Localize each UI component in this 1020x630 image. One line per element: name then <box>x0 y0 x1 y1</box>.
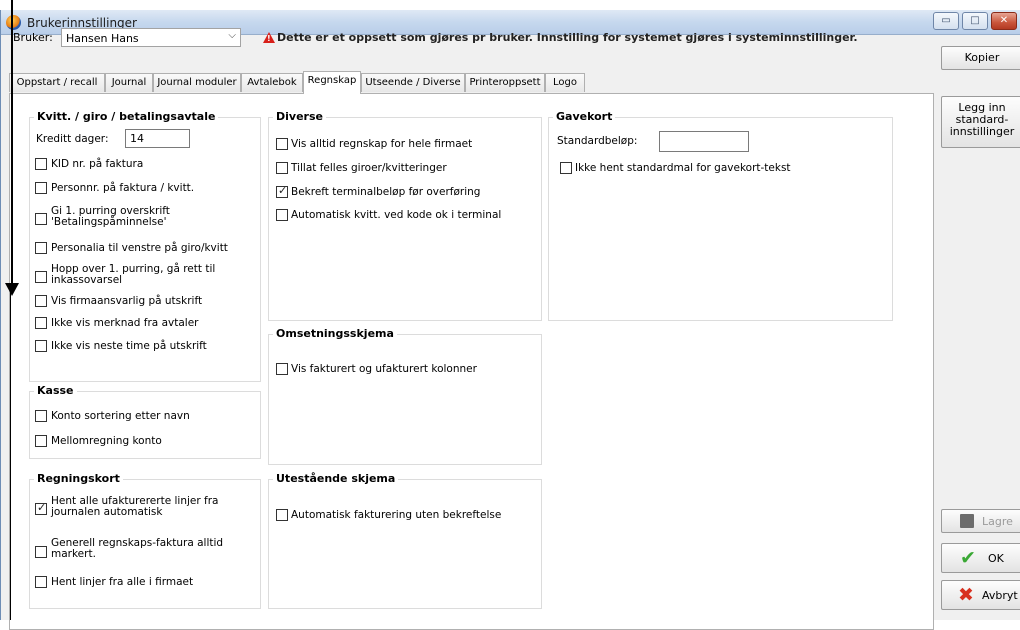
cancel-icon: ✖ <box>958 584 974 606</box>
generell-faktura-checkbox[interactable] <box>35 546 47 558</box>
settings-window: Brukerinnstillinger ▭ □ ✕ Bruker: Hansen… <box>0 10 1020 630</box>
cancel-label: Avbryt <box>982 589 1018 602</box>
user-label: Bruker: <box>13 31 53 44</box>
firmaansvarlig-checkbox[interactable] <box>35 295 47 307</box>
ok-button[interactable]: ✔ OK <box>941 543 1020 573</box>
hent-linjer-label: Hent linjer fra alle i firmaet <box>51 576 194 588</box>
ikke-hent-standardmal-checkbox[interactable] <box>560 162 572 174</box>
copy-button[interactable]: Kopier <box>941 46 1020 70</box>
automatisk-fakturering-checkbox[interactable] <box>276 509 288 521</box>
standard-settings-label: Legg inn standard-innstillinger <box>949 101 1015 138</box>
floppy-icon <box>960 514 974 528</box>
fakturert-kolonner-checkbox[interactable] <box>276 363 288 375</box>
chevron-down-icon: ⌵ <box>228 30 236 41</box>
purring-overskrift-checkbox[interactable] <box>35 213 47 225</box>
close-button[interactable]: ✕ <box>991 12 1017 30</box>
tab-avtalebok[interactable]: Avtalebok <box>241 73 303 92</box>
hopp-purring-checkbox[interactable] <box>35 271 47 283</box>
minimize-button[interactable]: ▭ <box>933 12 959 30</box>
tab-utseende[interactable]: Utseende / Diverse <box>361 73 465 92</box>
group-regningskort: Regningskort Hent alle ufakturererte lin… <box>29 472 261 609</box>
annotation-left-line <box>10 290 11 620</box>
purring-overskrift-label: Gi 1. purring overskrift 'Betalingspåmin… <box>51 205 170 228</box>
firmaansvarlig-label: Vis firmaansvarlig på utskrift <box>51 295 203 307</box>
personalia-label: Personalia til venstre på giro/kvitt <box>51 242 228 254</box>
save-label: Lagre <box>982 515 1013 528</box>
cancel-button[interactable]: ✖ Avbryt <box>941 580 1020 610</box>
group-diverse-title: Diverse <box>273 110 326 123</box>
group-regningskort-title: Regningskort <box>34 472 123 485</box>
user-select-value: Hansen Hans <box>66 32 139 45</box>
felles-giroer-checkbox[interactable] <box>276 162 288 174</box>
group-omsetningsskjema-title: Omsetningsskjema <box>273 327 397 340</box>
group-omsetningsskjema: Omsetningsskjema Vis fakturert og ufaktu… <box>268 327 542 465</box>
tab-panel-regnskap: Kvitt. / giro / betalingsavtale Kreditt … <box>9 93 934 630</box>
app-icon <box>6 15 21 30</box>
checkmark-icon: ✔ <box>960 547 976 569</box>
hent-ufakturerte-label: Hent alle ufakturererte linjer fra journ… <box>51 495 219 518</box>
group-kvitt-title: Kvitt. / giro / betalingsavtale <box>34 110 219 123</box>
tab-journal[interactable]: Journal <box>105 73 153 92</box>
save-button[interactable]: Lagre <box>941 509 1020 533</box>
annotation-arrow-head <box>5 283 19 296</box>
annotation-arrow-line <box>11 0 13 284</box>
vis-regnskap-checkbox[interactable] <box>276 138 288 150</box>
user-select[interactable]: Hansen Hans ⌵ <box>61 28 241 47</box>
group-kvitt: Kvitt. / giro / betalingsavtale Kreditt … <box>29 110 261 382</box>
automatisk-kvitt-label: Automatisk kvitt. ved kode ok i terminal <box>291 209 502 221</box>
hent-linjer-checkbox[interactable] <box>35 576 47 588</box>
hent-ufakturerte-checkbox[interactable] <box>35 501 47 515</box>
kreditt-label: Kreditt dager: <box>36 133 109 145</box>
personalia-checkbox[interactable] <box>35 242 47 254</box>
mellomregning-label: Mellomregning konto <box>51 435 162 447</box>
ok-label: OK <box>988 552 1004 565</box>
personnr-checkbox[interactable] <box>35 182 47 194</box>
standardbelop-label: Standardbeløp: <box>557 135 638 147</box>
group-kasse: Kasse Konto sortering etter navn Mellomr… <box>29 384 261 459</box>
konto-sortering-checkbox[interactable] <box>35 410 47 422</box>
kreditt-days-input[interactable]: 14 <box>125 129 190 148</box>
neste-time-label: Ikke vis neste time på utskrift <box>51 340 207 352</box>
automatisk-kvitt-checkbox[interactable] <box>276 209 288 221</box>
merknad-checkbox[interactable] <box>35 317 47 329</box>
felles-giroer-label: Tillat felles giroer/kvitteringer <box>291 162 447 174</box>
tab-printeroppsett[interactable]: Printeroppsett <box>465 73 545 92</box>
group-kasse-title: Kasse <box>34 384 77 397</box>
tab-regnskap[interactable]: Regnskap <box>303 71 361 94</box>
group-utestaende-title: Utestående skjema <box>273 472 399 485</box>
fakturert-kolonner-label: Vis fakturert og ufakturert kolonner <box>291 363 477 375</box>
tab-logo[interactable]: Logo <box>545 73 585 92</box>
bekreft-terminal-checkbox[interactable] <box>276 184 288 198</box>
kid-checkbox[interactable] <box>35 158 47 170</box>
standardbelop-input[interactable] <box>659 131 749 152</box>
hopp-purring-label: Hopp over 1. purring, gå rett til inkass… <box>51 263 216 286</box>
vis-regnskap-label: Vis alltid regnskap for hele firmaet <box>291 138 473 150</box>
konto-sortering-label: Konto sortering etter navn <box>51 410 190 422</box>
standard-settings-button[interactable]: Legg inn standard-innstillinger <box>941 96 1020 148</box>
kid-label: KID nr. på faktura <box>51 158 144 170</box>
group-diverse: Diverse Vis alltid regnskap for hele fir… <box>268 110 542 321</box>
automatisk-fakturering-label: Automatisk fakturering uten bekreftelse <box>291 509 502 521</box>
generell-faktura-label: Generell regnskaps-faktura alltid marker… <box>51 537 224 560</box>
group-gavekort: Gavekort Standardbeløp: Ikke hent standa… <box>548 110 893 321</box>
tab-journal-moduler[interactable]: Journal moduler <box>153 73 241 92</box>
group-gavekort-title: Gavekort <box>553 110 616 123</box>
merknad-label: Ikke vis merknad fra avtaler <box>51 317 199 329</box>
neste-time-checkbox[interactable] <box>35 340 47 352</box>
mellomregning-checkbox[interactable] <box>35 435 47 447</box>
ikke-hent-standardmal-label: Ikke hent standardmal for gavekort-tekst <box>575 162 791 174</box>
tab-oppstart[interactable]: Oppstart / recall <box>9 73 105 92</box>
warning-text: Dette er et oppsett som gjøres pr bruker… <box>277 31 858 44</box>
maximize-button[interactable]: □ <box>962 12 988 30</box>
bekreft-terminal-label: Bekreft terminalbeløp før overføring <box>291 186 481 198</box>
group-utestaende: Utestående skjema Automatisk fakturering… <box>268 472 542 609</box>
personnr-label: Personnr. på faktura / kvitt. <box>51 182 195 194</box>
